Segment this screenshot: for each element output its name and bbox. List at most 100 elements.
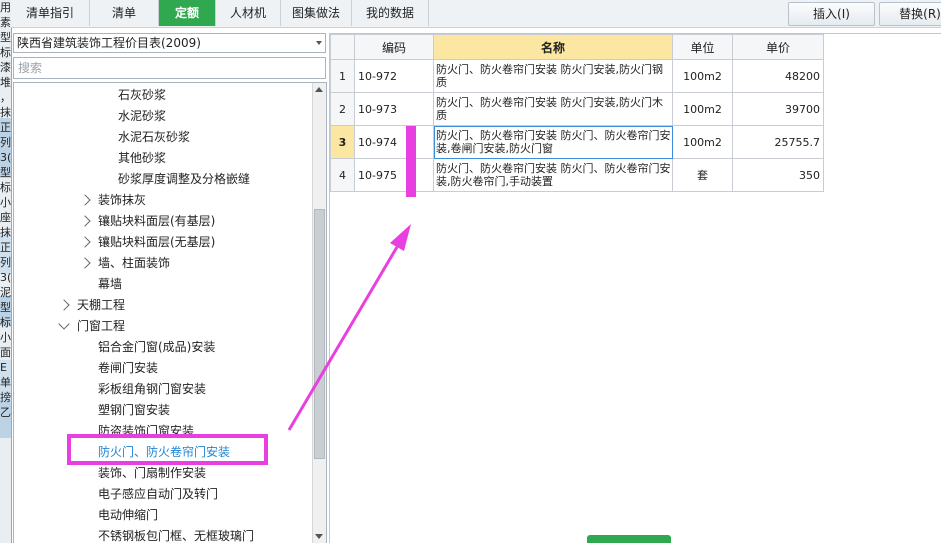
header-unit[interactable]: 单位 (672, 34, 733, 60)
strip-char: 用 (0, 1, 11, 14)
cell-price[interactable]: 25755.7 (732, 125, 824, 159)
tree-item[interactable]: 电动伸缩门 (98, 505, 158, 525)
tree-scrollbar[interactable] (312, 83, 326, 543)
tree-item[interactable]: 彩板组角钢门窗安装 (98, 379, 206, 399)
tree-item[interactable]: 石灰砂浆 (118, 85, 166, 105)
tab-bill[interactable]: 清单 (90, 0, 159, 26)
cell-price[interactable]: 48200 (732, 59, 824, 93)
chevron-right-icon[interactable] (58, 298, 70, 311)
tab-bill-guide[interactable]: 清单指引 (11, 0, 90, 26)
quota-tree: 石灰砂浆 水泥砂浆 水泥石灰砂浆 其他砂浆 砂浆厚度调整及分格嵌缝 装饰抹灰 镶… (13, 82, 327, 543)
strip-char: 抹 (0, 226, 11, 239)
cell-name[interactable]: 防火门、防火卷帘门安装 防火门、防火卷帘门安装,防火卷帘门,手动装置 (433, 158, 673, 192)
cell-code[interactable]: 10-975 (354, 158, 434, 192)
strip-char: 乙3 (0, 406, 11, 419)
cell-name[interactable]: 防火门、防火卷帘门安装 防火门安装,防火门钢质 (433, 59, 673, 93)
tree-item[interactable]: 水泥砂浆 (118, 106, 166, 126)
strip-char: 型 (0, 166, 11, 179)
quota-table: 编码 名称 单位 单价 1 10-972 防火门、防火卷帘门安装 防火门安装,防… (330, 34, 824, 192)
cell-name[interactable]: 防火门、防火卷帘门安装 防火门、防火卷帘门安装,卷闸门安装,防火门窗 (433, 125, 673, 159)
insert-button[interactable]: 插入(I) (788, 2, 875, 26)
tree-item[interactable]: 墙、柱面装饰 (79, 253, 171, 273)
strip-char: 小 (0, 196, 11, 209)
scroll-down-icon[interactable] (315, 534, 323, 539)
strip-char: 列 (0, 256, 11, 269)
tree-item[interactable]: 砂浆厚度调整及分格嵌缝 (118, 169, 250, 189)
chevron-right-icon[interactable] (79, 256, 91, 269)
cell-unit[interactable]: 100m2 (672, 92, 733, 126)
scroll-up-icon[interactable] (315, 87, 323, 92)
chevron-right-icon[interactable] (79, 214, 91, 227)
tree-item-label: 天棚工程 (77, 298, 126, 312)
strip-char: 漆 (0, 61, 11, 74)
replace-button[interactable]: 替换(R) (879, 2, 941, 26)
table-row-selected[interactable]: 3 10-974 防火门、防火卷帘门安装 防火门、防火卷帘门安装,卷闸门安装,防… (330, 125, 824, 159)
strip-char: 标 (0, 316, 11, 329)
strip-char: 堆 (0, 76, 11, 89)
strip-char: 型 (0, 31, 11, 44)
tab-my-data[interactable]: 我的数据 (352, 0, 429, 26)
cell-price[interactable]: 39700 (732, 92, 824, 126)
chevron-down-icon[interactable] (58, 317, 70, 330)
table-row[interactable]: 1 10-972 防火门、防火卷帘门安装 防火门安装,防火门钢质 100m2 4… (330, 59, 824, 93)
tree-item[interactable]: 塑钢门窗安装 (98, 400, 170, 420)
tree-item[interactable]: 铝合金门窗(成品)安装 (98, 337, 215, 357)
cell-unit[interactable]: 套 (672, 158, 733, 192)
cell-name[interactable]: 防火门、防火卷帘门安装 防火门安装,防火门木质 (433, 92, 673, 126)
tree-item-label: 装饰抹灰 (98, 193, 147, 207)
strip-char: 素 (0, 16, 11, 29)
cell-code[interactable]: 10-972 (354, 59, 434, 93)
tab-atlas-method[interactable]: 图集做法 (281, 0, 352, 26)
header-code[interactable]: 编码 (354, 34, 434, 60)
strip-char: 3( (0, 271, 11, 284)
search-input[interactable] (13, 57, 326, 79)
tree-item[interactable]: 不锈钢板包门框、无框玻璃门 (98, 526, 254, 543)
tree-item-label: 镶贴块料面层(有基层) (98, 214, 216, 228)
strip-char: 正 (0, 241, 11, 254)
header-name[interactable]: 名称 (433, 34, 673, 60)
strip-char: ， (0, 91, 11, 104)
tree-item[interactable]: 装饰抹灰 (79, 190, 147, 210)
tree-item-label: 墙、柱面装饰 (98, 256, 171, 270)
scroll-thumb[interactable] (314, 209, 325, 459)
left-panel-strip: 用素型标漆堆，抹正列3(型标小座抹正列3(泥型标小面E单搒乙3 (0, 0, 12, 543)
tree-item-label: 镶贴块料面层(无基层) (98, 235, 216, 249)
chevron-right-icon[interactable] (79, 193, 91, 206)
row-index: 1 (330, 59, 355, 93)
tab-quota[interactable]: 定额 (159, 0, 216, 26)
strip-char: 泥 (0, 286, 11, 299)
strip-char: 标 (0, 181, 11, 194)
strip-char: 列 (0, 136, 11, 149)
header-price[interactable]: 单价 (732, 34, 824, 60)
tree-item[interactable]: 镶贴块料面层(有基层) (79, 211, 216, 231)
tree-item-label: 门窗工程 (77, 319, 126, 333)
strip-char: 3( (0, 151, 11, 164)
tree-item[interactable]: 天棚工程 (58, 295, 126, 315)
strip-char: 小 (0, 331, 11, 344)
strip-char: 搒 (0, 391, 11, 404)
cell-unit[interactable]: 100m2 (672, 125, 733, 159)
tab-labor-material-machine[interactable]: 人材机 (216, 0, 281, 26)
table-row[interactable]: 4 10-975 防火门、防火卷帘门安装 防火门、防火卷帘门安装,防火卷帘门,手… (330, 158, 824, 192)
annotation-marker-bar (406, 126, 416, 197)
tree-item[interactable]: 电子感应自动门及转门 (98, 484, 218, 504)
strip-char: 型 (0, 301, 11, 314)
tree-item[interactable]: 水泥石灰砂浆 (118, 127, 190, 147)
tree-item[interactable]: 卷闸门安装 (98, 358, 158, 378)
tree-item[interactable]: 门窗工程 (58, 316, 126, 336)
tab-bar: 清单指引 清单 定额 人材机 图集做法 我的数据 插入(I) 替换(R) (11, 0, 941, 28)
catalog-selected-value: 陕西省建筑装饰工程价目表(2009) (17, 36, 201, 50)
annotation-highlight-box (67, 434, 268, 465)
catalog-select[interactable]: 陕西省建筑装饰工程价目表(2009) (13, 33, 326, 53)
cell-price[interactable]: 350 (732, 158, 824, 192)
cell-unit[interactable]: 100m2 (672, 59, 733, 93)
tree-item[interactable]: 镶贴块料面层(无基层) (79, 232, 216, 252)
bottom-splitter-handle[interactable] (587, 535, 671, 543)
tree-item[interactable]: 其他砂浆 (118, 148, 166, 168)
table-row[interactable]: 2 10-973 防火门、防火卷帘门安装 防火门安装,防火门木质 100m2 3… (330, 92, 824, 126)
tree-item[interactable]: 装饰、门扇制作安装 (98, 463, 206, 483)
tree-item[interactable]: 幕墙 (98, 274, 122, 294)
cell-code[interactable]: 10-973 (354, 92, 434, 126)
chevron-right-icon[interactable] (79, 235, 91, 248)
cell-code[interactable]: 10-974 (354, 125, 434, 159)
